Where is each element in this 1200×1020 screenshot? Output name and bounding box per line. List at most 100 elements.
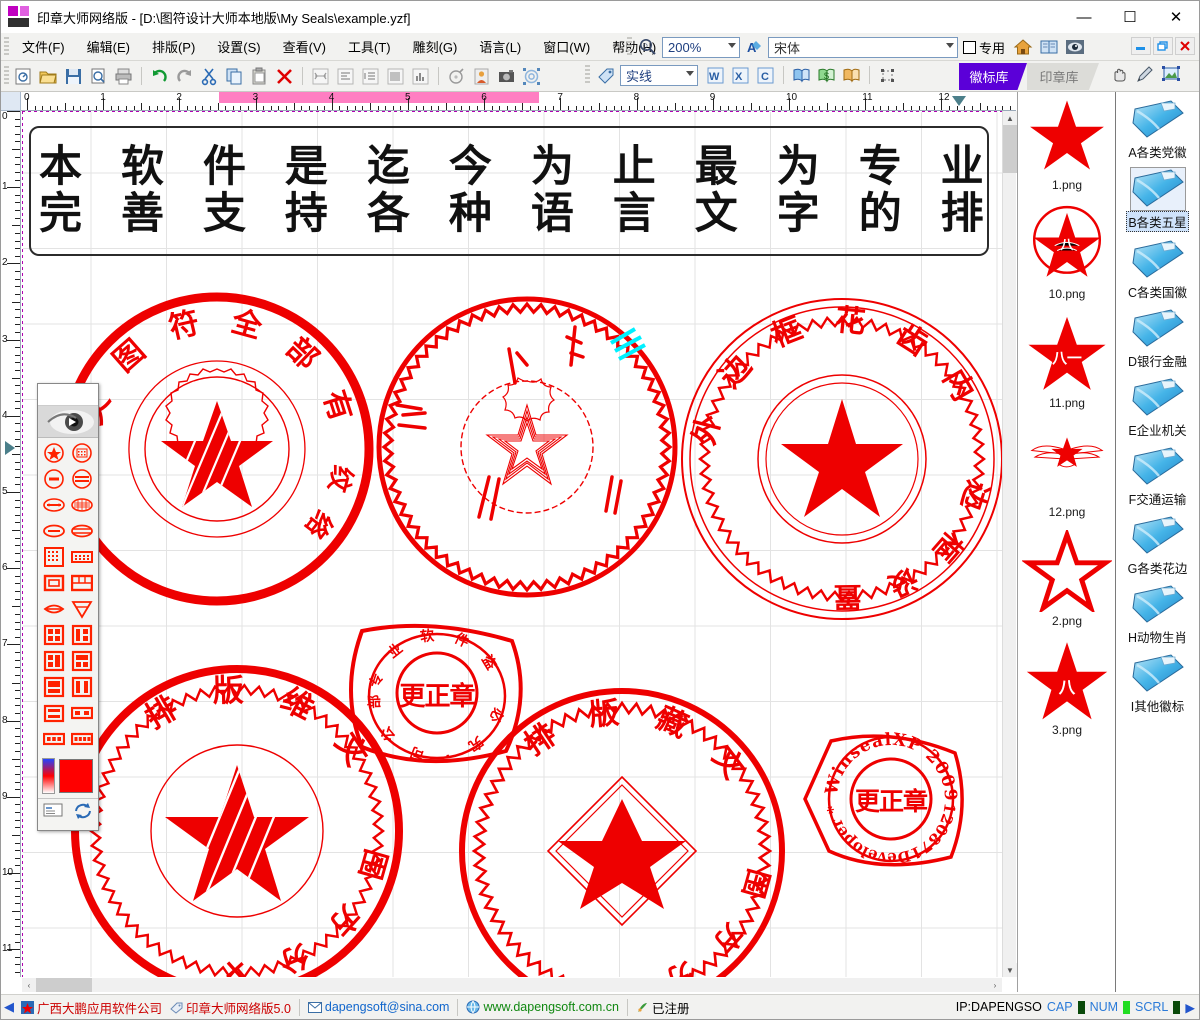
horizontal-ruler-marker[interactable] bbox=[952, 96, 966, 106]
mdi-minimize-button[interactable] bbox=[1131, 37, 1151, 55]
cut-button[interactable] bbox=[198, 65, 221, 88]
list-item[interactable]: 2.png bbox=[1018, 528, 1116, 637]
current-color-swatch[interactable] bbox=[59, 759, 93, 793]
palette-titlebar[interactable] bbox=[38, 384, 98, 406]
status-left-arrow-icon[interactable]: ◀ bbox=[1, 999, 17, 1015]
seal-round-mongolian[interactable] bbox=[367, 287, 687, 607]
print-preview-button[interactable] bbox=[87, 65, 110, 88]
book-green-button[interactable]: $ bbox=[815, 64, 838, 87]
scroll-left-button[interactable]: ‹ bbox=[22, 978, 36, 992]
menu-layout[interactable]: 排版(P) bbox=[141, 34, 206, 59]
grid-wide-icon[interactable] bbox=[68, 544, 96, 570]
special-checkbox[interactable]: 专用 bbox=[963, 38, 1005, 57]
text-object[interactable]: 本 软 件 是 迄 今 为 止 最 为 专 业 的 印 章 设 完 善 支 持 … bbox=[29, 126, 989, 256]
delete-button[interactable] bbox=[273, 65, 296, 88]
sidebar-item-c[interactable]: C各类国徽 bbox=[1116, 232, 1199, 301]
star-circle-icon[interactable] bbox=[40, 440, 68, 466]
mdi-close-button[interactable] bbox=[1175, 37, 1195, 55]
rect-frame-icon[interactable] bbox=[40, 570, 68, 596]
engrave-disc-button[interactable] bbox=[445, 65, 468, 88]
guide-line-vertical[interactable] bbox=[22, 111, 23, 977]
export-clipboard-button[interactable]: C bbox=[754, 64, 777, 87]
vertical-ruler-marker[interactable] bbox=[5, 441, 15, 455]
lens-icon[interactable] bbox=[40, 596, 68, 622]
scroll-down-button[interactable]: ▼ bbox=[1003, 963, 1017, 977]
minimize-button[interactable]: — bbox=[1061, 1, 1107, 33]
seal-round-gear[interactable]: 文 图 符 全 部 有 纹 络 bbox=[57, 289, 377, 609]
histogram-button[interactable] bbox=[409, 65, 432, 88]
top-split-icon[interactable] bbox=[40, 674, 68, 700]
list-item[interactable]: 1.png bbox=[1018, 92, 1116, 201]
tab-emblem-library[interactable]: 徽标库 bbox=[959, 63, 1027, 90]
font-style-icon[interactable]: A bbox=[744, 37, 764, 57]
sidebar-item-h[interactable]: H动物生肖 bbox=[1116, 577, 1199, 646]
card-icon[interactable] bbox=[43, 802, 63, 822]
target-frame-button[interactable] bbox=[520, 65, 543, 88]
zoom-combo[interactable]: 200% bbox=[662, 37, 740, 58]
close-button[interactable]: ✕ bbox=[1153, 1, 1199, 33]
list-item[interactable]: 八3.png bbox=[1018, 637, 1116, 746]
export-excel-button[interactable]: X bbox=[729, 64, 752, 87]
vertical-ruler[interactable]: 01234567891011 bbox=[1, 111, 21, 977]
scroll-up-button[interactable]: ▲ bbox=[1003, 111, 1017, 125]
open-file-button[interactable] bbox=[37, 65, 60, 88]
redo-button[interactable] bbox=[173, 65, 196, 88]
menu-language[interactable]: 语言(L) bbox=[468, 34, 532, 59]
horizontal-ruler[interactable]: 0123456789101112 bbox=[21, 92, 1016, 111]
vertical-bars-button[interactable] bbox=[384, 65, 407, 88]
preview-eye-icon[interactable] bbox=[1065, 37, 1085, 57]
quad-square-icon[interactable] bbox=[40, 622, 68, 648]
sidebar-item-b[interactable]: B各类五星 bbox=[1116, 161, 1199, 232]
align-left-button[interactable] bbox=[334, 65, 357, 88]
small-pair-icon[interactable] bbox=[68, 700, 96, 726]
canvas-horizontal-scrollbar[interactable]: ‹ › bbox=[22, 978, 1002, 992]
book-blue-button[interactable] bbox=[790, 64, 813, 87]
indent-button[interactable] bbox=[359, 65, 382, 88]
sidebar-item-f[interactable]: F交通运输 bbox=[1116, 439, 1199, 508]
line-style-combo[interactable]: 实线 bbox=[620, 65, 698, 86]
triangle-down-icon[interactable] bbox=[68, 596, 96, 622]
home-icon[interactable] bbox=[1013, 37, 1033, 57]
rect-split-icon[interactable] bbox=[68, 570, 96, 596]
horiz-split-icon[interactable] bbox=[40, 700, 68, 726]
color-gradient-strip[interactable] bbox=[42, 758, 55, 794]
status-website[interactable]: www.dapengsoft.com.cn bbox=[462, 1000, 623, 1014]
font-combo[interactable]: 宋体 bbox=[768, 37, 958, 58]
print-button[interactable] bbox=[112, 65, 135, 88]
list-item[interactable]: 八10.png bbox=[1018, 201, 1116, 310]
paste-button[interactable] bbox=[248, 65, 271, 88]
oval-bar-icon[interactable] bbox=[40, 492, 68, 518]
emblem-thumbnail-list[interactable]: 1.png八10.png八一11.png12.png2.png八3.png bbox=[1018, 92, 1116, 992]
pen-icon[interactable] bbox=[1135, 64, 1155, 84]
oval-mesh-icon[interactable] bbox=[68, 492, 96, 518]
line-tag-icon[interactable] bbox=[596, 65, 616, 85]
menu-settings[interactable]: 设置(S) bbox=[206, 34, 271, 59]
mdi-restore-button[interactable] bbox=[1153, 37, 1173, 55]
design-canvas[interactable]: 本 软 件 是 迄 今 为 止 最 为 专 业 的 印 章 设 完 善 支 持 … bbox=[22, 111, 1016, 977]
grid-square-icon[interactable] bbox=[40, 544, 68, 570]
sidebar-item-a[interactable]: A各类党徽 bbox=[1116, 92, 1199, 161]
triple-cell-icon[interactable] bbox=[40, 726, 68, 752]
menu-file[interactable]: 文件(F) bbox=[11, 34, 76, 59]
manual-book-icon[interactable] bbox=[1039, 37, 1059, 57]
chevron-down-icon[interactable] bbox=[728, 43, 736, 48]
gear-circle-icon[interactable] bbox=[68, 440, 96, 466]
bar-circle-icon[interactable] bbox=[40, 466, 68, 492]
seal-round-border[interactable]: 外 边 框 花 齿 内 边 框 设 置 bbox=[672, 289, 1012, 629]
scroll-right-button[interactable]: › bbox=[988, 978, 1002, 992]
menu-view[interactable]: 查看(V) bbox=[272, 34, 337, 59]
guide-line-horizontal[interactable] bbox=[22, 111, 1016, 112]
tl-split-icon[interactable] bbox=[40, 648, 68, 674]
palette-color-row[interactable] bbox=[38, 754, 98, 798]
book-orange-button[interactable] bbox=[840, 64, 863, 87]
sidebar-item-d[interactable]: D银行金融 bbox=[1116, 301, 1199, 370]
menu-tools[interactable]: 工具(T) bbox=[337, 34, 402, 59]
chevron-down-icon[interactable] bbox=[946, 43, 954, 48]
hand-pan-icon[interactable] bbox=[1109, 64, 1129, 84]
double-bar-circle-icon[interactable] bbox=[68, 466, 96, 492]
person-icon-button[interactable] bbox=[470, 65, 493, 88]
undo-button[interactable] bbox=[148, 65, 171, 88]
left-split-icon[interactable] bbox=[68, 622, 96, 648]
seal-winseal[interactable]: 更正章 WinsealXP 2009 120871Developer * bbox=[797, 719, 977, 879]
horizontal-scroll-thumb[interactable] bbox=[36, 978, 92, 992]
